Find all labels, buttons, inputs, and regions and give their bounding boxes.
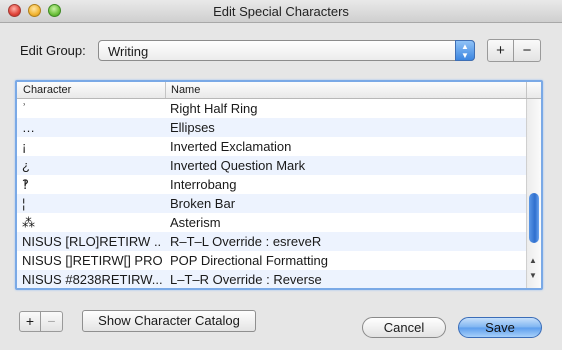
cancel-button[interactable]: Cancel <box>362 317 446 338</box>
vertical-scrollbar[interactable]: ▲ ▼ <box>526 99 541 288</box>
edit-group-select[interactable]: Writing ▲ ▼ <box>98 40 475 61</box>
table-row[interactable]: ⁂ Asterism <box>17 213 527 232</box>
table-header: Character Name <box>17 82 541 99</box>
name-cell: Asterism <box>170 215 221 230</box>
name-cell: Inverted Question Mark <box>170 158 306 173</box>
edit-group-label: Edit Group: <box>20 43 86 58</box>
table-row[interactable]: NISUS #8238RETIRW... L–T–R Override : Re… <box>17 270 527 288</box>
column-divider <box>165 82 166 98</box>
table-body: ʾ Right Half Ring … Ellipses ¡ Inverted … <box>17 99 527 288</box>
table-row[interactable]: NISUS []RETIRW[] PRO POP Directional For… <box>17 251 527 270</box>
title-bar: Edit Special Characters <box>0 0 562 23</box>
table-row[interactable]: ¦ Broken Bar <box>17 194 527 213</box>
character-cell: ¡ <box>22 139 27 154</box>
add-group-button[interactable]: + <box>487 39 514 62</box>
name-cell: Ellipses <box>170 120 215 135</box>
edit-group-value: Writing <box>108 44 149 59</box>
window-title: Edit Special Characters <box>213 4 349 19</box>
character-cell: NISUS #8238RETIRW... <box>22 272 162 287</box>
character-cell: ¿ <box>22 158 30 173</box>
name-cell: Inverted Exclamation <box>170 139 292 154</box>
character-cell: ʾ <box>22 101 27 116</box>
scroll-down-arrow-icon[interactable]: ▼ <box>529 271 537 280</box>
table-row[interactable]: ¿ Inverted Question Mark <box>17 156 527 175</box>
name-cell: R–T–L Override : esreveR <box>170 234 322 249</box>
scrollbar-thumb[interactable] <box>529 193 539 243</box>
column-divider <box>526 82 527 98</box>
name-cell: Interrobang <box>170 177 237 192</box>
scroll-up-arrow-icon[interactable]: ▲ <box>529 256 537 265</box>
name-cell: Right Half Ring <box>170 101 258 116</box>
table-row[interactable]: NISUS [RLO]RETIRW ... R–T–L Override : e… <box>17 232 527 251</box>
name-cell: POP Directional Formatting <box>170 253 328 268</box>
column-header-name[interactable]: Name <box>171 84 200 96</box>
character-cell: ¦ <box>22 196 26 211</box>
show-character-catalog-button[interactable]: Show Character Catalog <box>82 310 256 332</box>
character-cell: ‽ <box>22 177 29 192</box>
remove-character-button[interactable]: − <box>41 311 63 332</box>
characters-table[interactable]: Character Name ʾ Right Half Ring … Ellip… <box>15 80 543 290</box>
name-cell: L–T–R Override : Reverse <box>170 272 322 287</box>
column-header-character[interactable]: Character <box>23 84 71 96</box>
remove-group-button[interactable]: − <box>514 39 541 62</box>
character-cell: NISUS [RLO]RETIRW ... <box>22 234 162 249</box>
table-row[interactable]: ‽ Interrobang <box>17 175 527 194</box>
character-cell: ⁂ <box>22 215 35 230</box>
table-row[interactable]: … Ellipses <box>17 118 527 137</box>
add-character-button[interactable]: + <box>19 311 41 332</box>
table-row[interactable]: ¡ Inverted Exclamation <box>17 137 527 156</box>
save-button[interactable]: Save <box>458 317 542 338</box>
edit-special-characters-window: Edit Special Characters Edit Group: Writ… <box>0 0 562 350</box>
updown-arrows-icon: ▲ ▼ <box>455 40 475 61</box>
character-cell: NISUS []RETIRW[] PRO <box>22 253 162 268</box>
table-row[interactable]: ʾ Right Half Ring <box>17 99 527 118</box>
character-cell: … <box>22 120 35 135</box>
name-cell: Broken Bar <box>170 196 236 211</box>
